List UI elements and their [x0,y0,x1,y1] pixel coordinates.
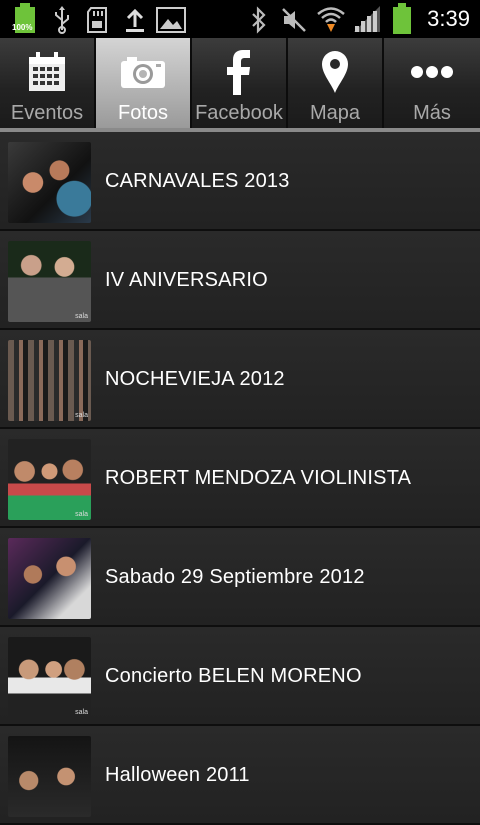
tab-label: Eventos [10,102,84,124]
list-item[interactable]: Halloween 2011 [0,726,480,825]
upload-icon [126,8,144,32]
album-thumbnail: sala [8,439,91,520]
list-item[interactable]: CARNAVALES 2013 [0,132,480,231]
camera-icon [121,57,165,88]
album-thumbnail: sala [8,637,91,718]
list-item[interactable]: sala ROBERT MENDOZA VIOLINISTA [0,429,480,528]
map-pin-icon [322,51,348,93]
battery-percent: 100% [12,23,33,32]
usb-icon [55,6,69,34]
sd-card-icon [87,7,107,33]
image-icon [156,7,186,33]
album-thumbnail: sala [8,241,91,322]
tab-eventos[interactable]: Eventos [0,38,96,128]
tab-label: Fotos [117,102,169,124]
list-item[interactable]: sala Concierto BELEN MORENO [0,627,480,726]
album-title: CARNAVALES 2013 [105,170,290,192]
album-thumbnail [8,142,91,223]
status-bar: 100% 3:39 [0,0,480,38]
clock: 3:39 [427,6,470,31]
tab-mas[interactable]: Más [384,38,480,128]
tab-label: Más [413,102,451,124]
list-item[interactable]: sala NOCHEVIEJA 2012 [0,330,480,429]
mute-icon [282,8,306,32]
bluetooth-icon [252,6,266,34]
album-thumbnail [8,736,91,817]
facebook-icon [227,50,250,95]
wifi-icon [317,7,345,32]
tab-facebook[interactable]: Facebook [192,38,288,128]
album-title: Halloween 2011 [105,764,250,786]
album-thumbnail [8,538,91,619]
signal-icon [354,6,380,32]
album-list: CARNAVALES 2013 sala IV ANIVERSARIO sala… [0,132,480,825]
calendar-icon [29,52,65,91]
tab-mapa[interactable]: Mapa [288,38,384,128]
album-title: Sabado 29 Septiembre 2012 [105,566,365,588]
album-title: IV ANIVERSARIO [105,269,268,291]
album-thumbnail: sala [8,340,91,421]
list-item[interactable]: sala IV ANIVERSARIO [0,231,480,330]
list-item[interactable]: Sabado 29 Septiembre 2012 [0,528,480,627]
album-title: ROBERT MENDOZA VIOLINISTA [105,467,412,489]
battery-icon [393,3,411,34]
tab-label: Facebook [195,102,283,124]
tab-bar: Eventos Fotos Facebook Mapa Más [0,38,480,132]
tab-label: Mapa [309,102,361,124]
album-title: NOCHEVIEJA 2012 [105,368,285,390]
more-dots-icon [411,66,453,78]
album-title: Concierto BELEN MORENO [105,665,362,687]
tab-fotos[interactable]: Fotos [96,38,192,128]
